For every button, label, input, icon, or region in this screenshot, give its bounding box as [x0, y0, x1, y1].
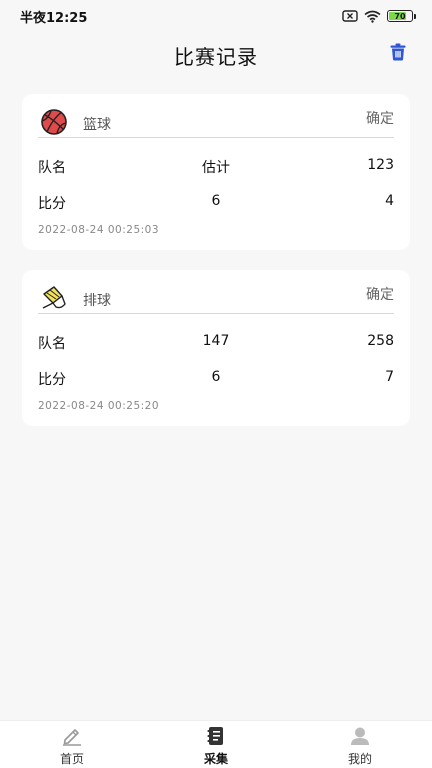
trash-icon [390, 43, 406, 65]
team-b-score: 4 [385, 193, 394, 209]
tab-label: 采集 [203, 752, 228, 766]
shuttlecock-icon [40, 284, 68, 312]
battery-icon: 70 [387, 10, 416, 22]
team-b-name: 123 [367, 157, 394, 173]
record-card-header: 篮球 确定 [38, 94, 394, 138]
tab-mine[interactable]: 我的 [288, 721, 432, 768]
sim-error-icon [342, 10, 358, 22]
pen-icon [61, 725, 83, 747]
header: 比赛记录 [0, 32, 432, 78]
user-icon [349, 725, 371, 747]
score-row: 比分 6 7 [38, 359, 394, 395]
page-title: 比赛记录 [174, 44, 258, 69]
status-bar: 半夜12:25 70 [0, 0, 432, 32]
sport-name: 篮球 [83, 117, 111, 133]
record-card-header: 排球 确定 [38, 270, 394, 314]
tab-label: 首页 [59, 752, 84, 766]
team-a-score: 6 [211, 193, 221, 209]
team-row: 队名 147 258 [38, 323, 394, 359]
confirm-button[interactable]: 确定 [366, 284, 394, 304]
team-b-score: 7 [385, 369, 394, 385]
tab-label: 我的 [347, 752, 372, 766]
status-time: 半夜12:25 [20, 10, 88, 26]
team-row: 队名 估计 123 [38, 147, 394, 183]
team-a-name: 147 [202, 333, 230, 349]
tab-collect[interactable]: 采集 [144, 721, 288, 768]
status-icons: 70 [342, 10, 416, 23]
notebook-icon [205, 725, 227, 747]
bottom-tab-bar: 首页 采集 我的 [0, 720, 432, 768]
confirm-button[interactable]: 确定 [366, 108, 394, 128]
record-card: 篮球 确定 队名 估计 123 比分 6 4 2022-08-24 00:25:… [22, 94, 410, 250]
record-card: 排球 确定 队名 147 258 比分 6 7 2022-08-24 00:25… [22, 270, 410, 426]
delete-all-button[interactable] [386, 42, 410, 66]
record-timestamp: 2022-08-24 00:25:20 [38, 400, 160, 412]
basketball-icon [40, 108, 68, 136]
team-a-score: 6 [211, 369, 221, 385]
record-timestamp: 2022-08-24 00:25:03 [38, 224, 160, 236]
wifi-icon [364, 10, 381, 23]
score-row: 比分 6 4 [38, 183, 394, 219]
team-a-name: 估计 [202, 160, 230, 176]
team-b-name: 258 [367, 333, 394, 349]
sport-name: 排球 [83, 293, 111, 309]
tab-home[interactable]: 首页 [0, 721, 144, 768]
battery-level: 70 [394, 11, 406, 21]
